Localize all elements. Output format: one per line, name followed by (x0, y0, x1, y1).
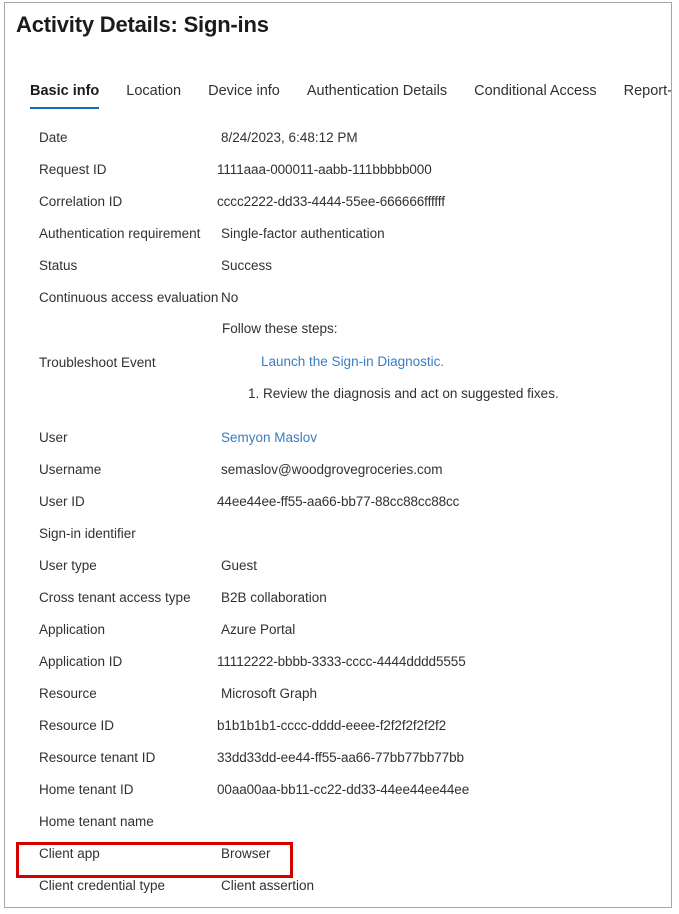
detail-label: User ID (39, 493, 85, 509)
detail-value: semaslov@woodgrovegroceries.com (221, 461, 443, 477)
detail-value: Client assertion (221, 877, 315, 893)
details-list: Date 8/24/2023, 6:48:12 PM Request ID 1111a… (5, 121, 671, 901)
detail-value: Success (221, 257, 273, 273)
detail-value: Guest (221, 557, 258, 573)
detail-value: 33dd33dd-ee44-ff55-aa66-77bb77bb77bb (217, 749, 464, 765)
detail-row: User type Guest (5, 549, 671, 581)
tab-device-info[interactable]: Device info (208, 83, 280, 109)
detail-label: Application ID (39, 653, 123, 669)
detail-label: Cross tenant access type (39, 589, 191, 605)
tab-basic-info[interactable]: Basic info (30, 83, 100, 109)
detail-row: Application ID 11112222-bbbb-3333-cccc-44… (5, 645, 671, 677)
tab-authentication-details[interactable]: Authentication Details (307, 83, 447, 109)
detail-row: Client credential type Client assertion (5, 869, 671, 901)
detail-row: User ID 44ee44ee-ff55-aa66-bb77-88cc88cc8… (5, 485, 671, 517)
detail-label: Request ID (39, 161, 107, 177)
detail-row: Cross tenant access type B2B collaboratio… (5, 581, 671, 613)
detail-value: Single-factor authentication (221, 225, 385, 241)
page-title: Activity Details: Sign-ins (16, 12, 269, 37)
detail-value: 1111aaa-000011-aabb-111bbbbb000 (217, 161, 432, 177)
detail-label: Resource tenant ID (39, 749, 156, 765)
detail-row: Correlation ID cccc2222-dd33-4444-55ee-66… (5, 185, 671, 217)
detail-label: Client credential type (39, 877, 166, 893)
detail-value: Microsoft Graph (221, 685, 318, 701)
detail-value: 44ee44ee-ff55-aa66-bb77-88cc88cc88cc (217, 493, 460, 509)
detail-label: Correlation ID (39, 193, 123, 209)
detail-row: Request ID 1111aaa-000011-aabb-111bbbbb00… (5, 153, 671, 185)
detail-value: Azure Portal (221, 621, 296, 637)
detail-label: Home tenant ID (39, 781, 134, 797)
troubleshoot-event-block: Troubleshoot Event Follow these steps: Lau… (5, 313, 671, 421)
detail-row: Home tenant ID 00aa00aa-bb11-cc22-dd33-44… (5, 773, 671, 805)
detail-row: Application Azure Portal (5, 613, 671, 645)
tab-location[interactable]: Location (126, 83, 181, 109)
detail-label: Resource (39, 685, 97, 701)
tab-conditional-access[interactable]: Conditional Access (474, 83, 597, 109)
tab-bar: Basic info Location Device info Authenticat… (5, 83, 671, 113)
detail-label: User (39, 429, 68, 445)
detail-row: Username semaslov@woodgrovegroceries.com (5, 453, 671, 485)
detail-value: b1b1b1b1-cccc-dddd-eeee-f2f2f2f2f2f2 (217, 717, 447, 733)
detail-value: B2B collaboration (221, 589, 327, 605)
detail-row-client-app: Client app Browser (5, 837, 671, 869)
detail-row: Resource ID b1b1b1b1-cccc-dddd-eeee-f2f2f… (5, 709, 671, 741)
detail-row: Continuous access evaluation No (5, 281, 671, 313)
detail-row: Home tenant name (5, 805, 671, 837)
detail-row: Resource tenant ID 33dd33dd-ee44-ff55-aa6… (5, 741, 671, 773)
detail-label: Client app (39, 845, 100, 861)
detail-label: Authentication requirement (39, 225, 201, 241)
detail-row: Date 8/24/2023, 6:48:12 PM (5, 121, 671, 153)
detail-label: Username (39, 461, 102, 477)
detail-value: Browser (221, 845, 271, 861)
detail-label: Resource ID (39, 717, 115, 733)
detail-row: Resource Microsoft Graph (5, 677, 671, 709)
detail-label: Home tenant name (39, 813, 154, 829)
detail-label: Application (39, 621, 106, 637)
detail-label: User type (39, 557, 97, 573)
detail-label: Continuous access evaluation (39, 289, 219, 305)
troubleshoot-label: Troubleshoot Event (39, 355, 156, 370)
detail-label: Date (39, 129, 68, 145)
troubleshoot-lead-text: Follow these steps: (222, 321, 338, 336)
detail-row: Sign-in identifier (5, 517, 671, 549)
troubleshoot-step-1: 1. Review the diagnosis and act on sugge… (248, 386, 559, 401)
detail-row: Status Success (5, 249, 671, 281)
activity-details-panel: Activity Details: Sign-ins Basic info Loc… (4, 2, 672, 908)
detail-row: User Semyon Maslov (5, 421, 671, 453)
detail-value: 8/24/2023, 6:48:12 PM (221, 129, 358, 145)
tab-report-only[interactable]: Report-only (624, 83, 671, 109)
detail-row: Authentication requirement Single-factor … (5, 217, 671, 249)
detail-value: 11112222-bbbb-3333-cccc-4444dddd5555 (217, 653, 466, 669)
detail-value: No (221, 289, 239, 305)
sign-in-diagnostic-link[interactable]: Launch the Sign-in Diagnostic. (261, 354, 444, 369)
detail-label: Status (39, 257, 78, 273)
user-link[interactable]: Semyon Maslov (221, 430, 317, 445)
detail-value: cccc2222-dd33-4444-55ee-666666ffffff (217, 193, 445, 209)
detail-value: 00aa00aa-bb11-cc22-dd33-44ee44ee44ee (217, 781, 470, 797)
detail-label: Sign-in identifier (39, 525, 136, 541)
